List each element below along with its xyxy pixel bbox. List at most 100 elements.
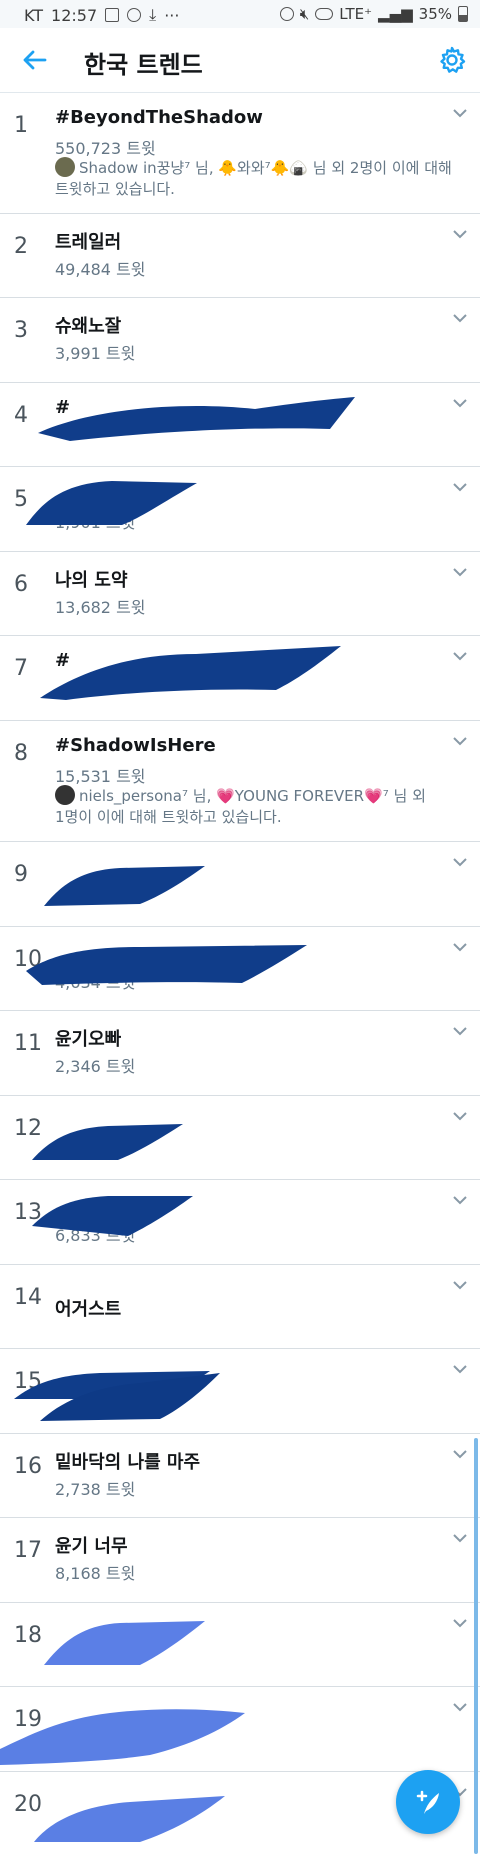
chevron-down-icon[interactable] [452, 941, 468, 953]
trend-rank: 2 [14, 234, 28, 259]
trend-row[interactable]: 8 #ShadowIsHere 15,531 트윗 niels_persona⁷… [0, 721, 480, 842]
chevron-down-icon[interactable] [452, 650, 468, 662]
chevron-down-icon[interactable] [452, 1110, 468, 1122]
scrollbar[interactable] [474, 1438, 478, 1854]
mute-icon: 🔇︎ [299, 5, 310, 23]
trend-count: 6,833 트윗 [55, 1226, 136, 1245]
redaction-mark [14, 1371, 220, 1421]
chevron-down-icon[interactable] [452, 1025, 468, 1037]
trend-rank: 19 [14, 1707, 42, 1732]
trend-rank: 3 [14, 318, 28, 343]
trend-row[interactable]: 13 6,833 트윗 [0, 1180, 480, 1265]
download-icon: ⤓ [149, 5, 157, 24]
trend-count: 15,531 트윗 [55, 767, 146, 786]
trend-list: 1 #BeyondTheShadow 550,723 트윗 Shadow in꿍… [0, 93, 480, 1847]
context-user: Shadow in꿍냥⁷ [79, 159, 191, 177]
trend-rank: 5 [14, 487, 28, 512]
context-text: 님, 💗YOUNG FOREVER💗⁷ 님 외 [192, 787, 426, 805]
trend-row[interactable]: 18 [0, 1603, 480, 1687]
avatar [55, 157, 75, 177]
trend-context: Shadow in꿍냥⁷ 님, 🐥와와⁷🐥🍙 님 외 2명이 이에 대해 트윗하… [55, 157, 465, 200]
trend-row[interactable]: 5 1,901 트윗 [0, 467, 480, 552]
arrow-left-icon[interactable] [18, 44, 50, 76]
chevron-down-icon[interactable] [452, 735, 468, 747]
trend-rank: 16 [14, 1454, 42, 1479]
trend-name: 슈왜노잘 [55, 316, 122, 337]
carrier-label: KT [24, 5, 44, 25]
chevron-down-icon[interactable] [452, 228, 468, 240]
trend-rank: 12 [14, 1116, 42, 1141]
trend-context: niels_persona⁷ 님, 💗YOUNG FOREVER💗⁷ 님 외 1… [55, 785, 465, 828]
trend-row[interactable]: 9 [0, 842, 480, 927]
chevron-down-icon[interactable] [452, 1279, 468, 1291]
chevron-down-icon[interactable] [452, 312, 468, 324]
trend-name: 어거스트 [55, 1299, 122, 1320]
trend-row[interactable]: 4 # [0, 383, 480, 467]
trend-rank: 8 [14, 741, 28, 766]
trend-name: #ShadowIsHere [55, 735, 216, 756]
trend-name: # [55, 397, 71, 418]
battery-label: 35% [418, 5, 452, 23]
chevron-down-icon[interactable] [452, 397, 468, 409]
chevron-down-icon[interactable] [452, 1532, 468, 1544]
trend-name: 밑바닥의 나를 마주 [55, 1452, 201, 1473]
context-text: 님, 🐥와와⁷🐥🍙 님 외 2명이 이에 대해 [195, 159, 452, 177]
network-label: LTE⁺ [339, 5, 373, 23]
trend-rank: 4 [14, 403, 28, 428]
hd-icon [315, 8, 334, 20]
trend-row[interactable]: 15 [0, 1349, 480, 1434]
chevron-down-icon[interactable] [452, 1194, 468, 1206]
trend-row[interactable]: 6 나의 도약 13,682 트윗 [0, 552, 480, 636]
trend-row[interactable]: 10 4,634 트윗 [0, 927, 480, 1011]
trend-row[interactable]: 11 윤기오빠 2,346 트윗 [0, 1011, 480, 1096]
chevron-down-icon[interactable] [452, 1701, 468, 1713]
context-text-line2: 1명이 이에 대해 트윗하고 있습니다. [55, 808, 282, 826]
trend-count: 13,682 트윗 [55, 598, 146, 617]
trend-count: 3,991 트윗 [55, 344, 136, 363]
redaction-mark [38, 397, 355, 441]
trend-rank: 9 [14, 862, 28, 887]
chevron-down-icon[interactable] [452, 856, 468, 868]
trend-row[interactable]: 3 슈왜노잘 3,991 트윗 [0, 298, 480, 383]
chevron-down-icon[interactable] [452, 107, 468, 119]
redaction-mark [32, 1124, 183, 1160]
trend-count: 1,901 트윗 [55, 513, 136, 532]
trend-rank: 15 [14, 1369, 42, 1394]
trend-row[interactable]: 2 트레일러 49,484 트윗 [0, 214, 480, 298]
chevron-down-icon[interactable] [452, 1617, 468, 1629]
redaction-mark [34, 1796, 225, 1842]
compose-tweet-button[interactable] [396, 1770, 460, 1834]
chevron-down-icon[interactable] [452, 1363, 468, 1375]
more-icon: ··· [164, 5, 180, 25]
trend-name: 윤기 너무 [55, 1536, 128, 1557]
trend-row[interactable]: 12 [0, 1096, 480, 1180]
trend-name: #BeyondTheShadow [55, 107, 263, 128]
trend-name: 나의 도약 [55, 570, 128, 591]
trend-rank: 17 [14, 1538, 42, 1563]
signal-icon: ▂▄▆ [378, 5, 413, 23]
status-bar: KT 12:57 ⤓ ··· 🔇︎ LTE⁺ ▂▄▆ 35% [0, 0, 480, 28]
trend-row[interactable]: 17 윤기 너무 8,168 트윗 [0, 1518, 480, 1603]
trend-rank: 7 [14, 656, 28, 681]
trend-rank: 14 [14, 1285, 42, 1310]
trend-count: 49,484 트윗 [55, 260, 146, 279]
gear-icon[interactable] [436, 44, 468, 76]
redaction-mark [44, 1621, 205, 1665]
trend-row[interactable]: 19 [0, 1687, 480, 1772]
trend-rank: 6 [14, 572, 28, 597]
trend-name: 트레일러 [55, 232, 122, 253]
trend-row[interactable]: 14 어거스트 [0, 1265, 480, 1349]
time-label: 12:57 [51, 5, 98, 25]
trend-row[interactable]: 7 # [0, 636, 480, 721]
circle-icon [127, 8, 142, 22]
chevron-down-icon[interactable] [452, 566, 468, 578]
battery-icon [458, 6, 468, 22]
image-icon [105, 8, 120, 22]
chevron-down-icon[interactable] [452, 1448, 468, 1460]
page-title: 한국 트렌드 [84, 51, 203, 79]
trend-rank: 20 [14, 1792, 42, 1817]
chevron-down-icon[interactable] [452, 481, 468, 493]
trend-count: 4,634 트윗 [55, 973, 136, 992]
trend-row[interactable]: 16 밑바닥의 나를 마주 2,738 트윗 [0, 1434, 480, 1518]
trend-row[interactable]: 1 #BeyondTheShadow 550,723 트윗 Shadow in꿍… [0, 93, 480, 214]
